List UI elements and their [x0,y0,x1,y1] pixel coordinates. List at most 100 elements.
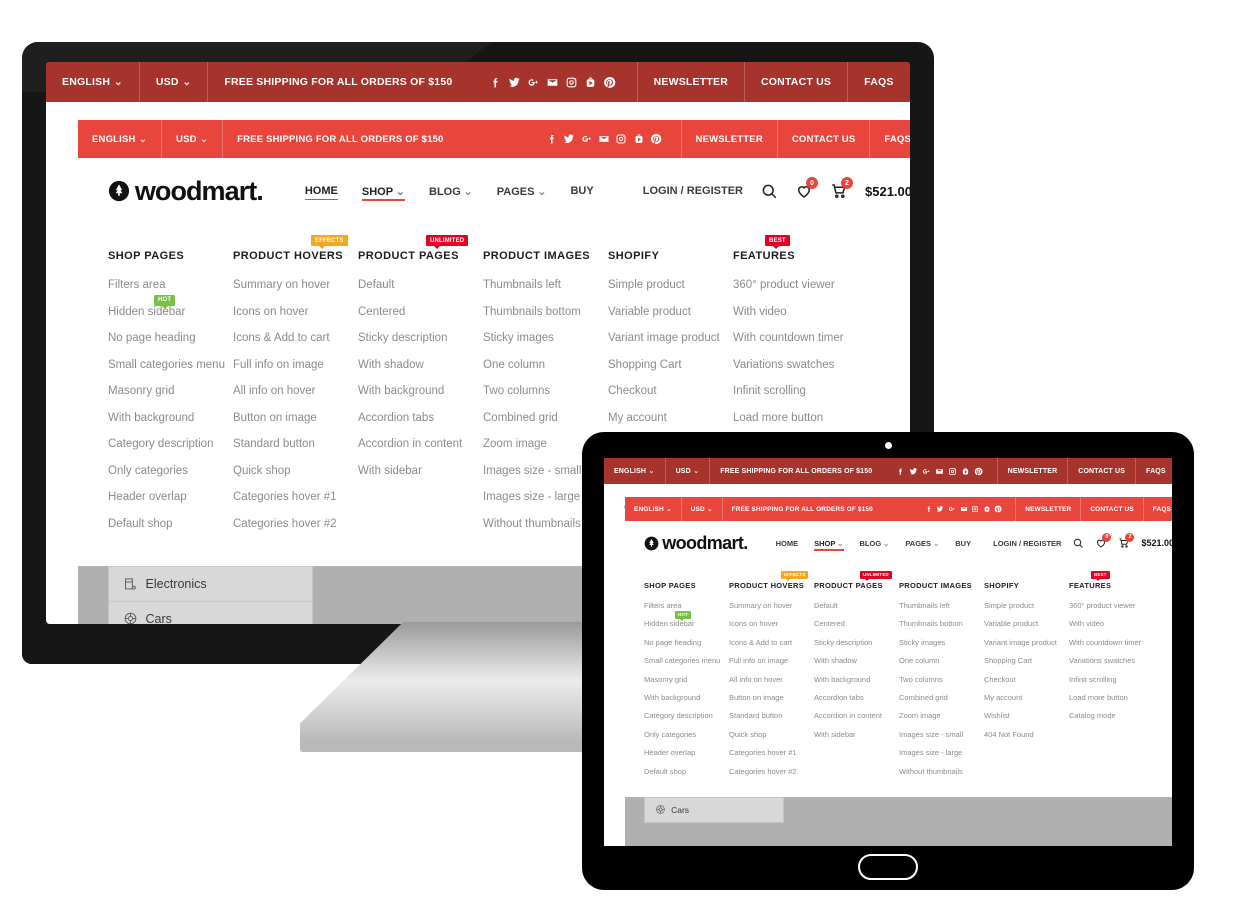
mega-link[interactable]: Full info on image [233,359,358,371]
facebook-icon[interactable] [489,76,502,89]
mega-link[interactable]: Images size - large [899,748,984,757]
pinterest-icon[interactable] [974,467,983,476]
mega-link[interactable]: Load more button [1069,693,1154,702]
facebook-icon[interactable] [546,133,558,145]
nav-item-buy[interactable]: BUY [955,539,971,548]
twitter-icon[interactable] [563,133,575,145]
mega-link[interactable]: Only categories [644,730,729,739]
contact-us-link[interactable]: CONTACT US [776,120,869,158]
mega-link[interactable]: With sidebar [358,465,483,477]
mega-link[interactable]: No page heading [644,638,729,647]
language-selector[interactable]: ENGLISH ⌄ [625,497,681,521]
contact-us-link[interactable]: CONTACT US [1067,458,1135,484]
faqs-link[interactable]: FAQS [847,62,909,102]
mega-link[interactable]: With background [358,385,483,397]
site-logo[interactable]: woodmart. [644,533,748,554]
wishlist-button[interactable]: 0 [1095,533,1112,549]
language-selector[interactable]: ENGLISH ⌄ [604,458,665,484]
mega-link[interactable]: With video [1069,619,1154,628]
search-icon[interactable] [760,182,778,200]
google-plus-icon[interactable] [581,133,593,145]
sidebar-item-electronics[interactable]: Electronics [109,567,312,601]
mega-link[interactable]: Centered [814,619,899,628]
mega-link[interactable]: Sticky images [483,332,608,344]
mega-link[interactable]: Filters area [108,279,233,291]
youtube-icon[interactable] [961,467,970,476]
mega-link[interactable]: HOT Hidden sidebar [108,294,233,318]
pinterest-icon[interactable] [994,505,1003,513]
facebook-icon[interactable] [896,467,905,476]
mega-link[interactable]: Thumbnails left [483,279,608,291]
nav-item-home[interactable]: HOME [304,185,338,200]
mega-link[interactable]: Accordion in content [358,438,483,450]
mega-link[interactable]: Icons on hover [729,619,814,628]
language-selector[interactable]: ENGLISH ⌄ [78,120,161,158]
nav-item-pages[interactable]: PAGES⌄ [905,539,939,548]
twitter-icon[interactable] [936,505,944,513]
site-logo[interactable]: woodmart. [108,176,264,207]
mega-link[interactable]: Catalog mode [1069,711,1154,720]
mega-link[interactable]: 404 Not Found [984,730,1069,739]
mega-link[interactable]: Header overlap [644,748,729,757]
mega-link[interactable]: Categories hover #1 [233,491,358,503]
facebook-icon[interactable] [925,505,933,513]
faqs-link[interactable]: FAQS [1142,497,1172,521]
mega-link[interactable]: Combined grid [899,693,984,702]
mega-link[interactable]: Load more button [733,412,858,424]
search-icon[interactable] [1072,537,1084,549]
mega-link[interactable]: Header overlap [108,491,233,503]
youtube-icon[interactable] [633,133,645,145]
sidebar-item-cars[interactable]: Cars [109,601,312,624]
instagram-icon[interactable] [948,467,957,476]
mega-link[interactable]: With background [814,675,899,684]
currency-selector[interactable]: USD ⌄ [680,497,722,521]
faqs-link[interactable]: FAQS [869,120,910,158]
login-register-link[interactable]: LOGIN / REGISTER [643,185,743,197]
mega-link[interactable]: One column [483,359,608,371]
mega-link[interactable]: Standard button [233,438,358,450]
mega-link[interactable]: With sidebar [814,730,899,739]
mega-link[interactable]: Filters area [644,601,729,610]
mega-link[interactable]: Category description [644,711,729,720]
mega-link[interactable]: Sticky description [814,638,899,647]
mega-link[interactable]: Without thumbnails [899,767,984,776]
google-plus-icon[interactable] [922,467,931,476]
instagram-icon[interactable] [565,76,578,89]
mega-link[interactable]: Accordion tabs [814,693,899,702]
mega-link[interactable]: Variant image product [608,332,733,344]
mega-link[interactable]: Quick shop [729,730,814,739]
email-icon[interactable] [935,467,944,476]
mega-link[interactable]: Variable product [984,619,1069,628]
nav-item-pages[interactable]: PAGES⌄ [497,185,547,198]
mega-link[interactable]: Full info on image [729,656,814,665]
email-icon[interactable] [546,76,559,89]
newsletter-link[interactable]: NEWSLETTER [996,458,1068,484]
mega-link[interactable]: Accordion tabs [358,412,483,424]
mega-link[interactable]: All info on hover [729,675,814,684]
google-plus-icon[interactable] [948,505,956,513]
mega-link[interactable]: Categories hover #2 [233,518,358,530]
mega-link[interactable]: Centered [358,306,483,318]
wishlist-button[interactable]: 0 [795,177,818,200]
mega-link[interactable]: Categories hover #2 [729,767,814,776]
newsletter-link[interactable]: NEWSLETTER [1015,497,1080,521]
mega-link[interactable]: Button on image [233,412,358,424]
mega-link[interactable]: With video [733,306,858,318]
mega-link[interactable]: Icons & Add to cart [233,332,358,344]
cart-button[interactable]: 2 [830,177,853,200]
mega-link[interactable]: Thumbnails bottom [899,619,984,628]
mega-link[interactable]: Icons on hover [233,306,358,318]
mega-link[interactable]: With background [644,693,729,702]
mega-link[interactable]: Masonry grid [108,385,233,397]
mega-link[interactable]: No page heading [108,332,233,344]
mega-link[interactable]: Images size - small [899,730,984,739]
mega-link[interactable]: With background [108,412,233,424]
currency-selector[interactable]: USD ⌄ [664,458,710,484]
mega-link[interactable]: 360° product viewer [733,279,858,291]
mega-link[interactable]: My account [984,693,1069,702]
mega-link[interactable]: Summary on hover [729,601,814,610]
mega-link[interactable]: Simple product [608,279,733,291]
mega-link[interactable]: Thumbnails left [899,601,984,610]
faqs-link[interactable]: FAQS [1135,458,1172,484]
nav-item-blog[interactable]: BLOG⌄ [429,185,473,198]
